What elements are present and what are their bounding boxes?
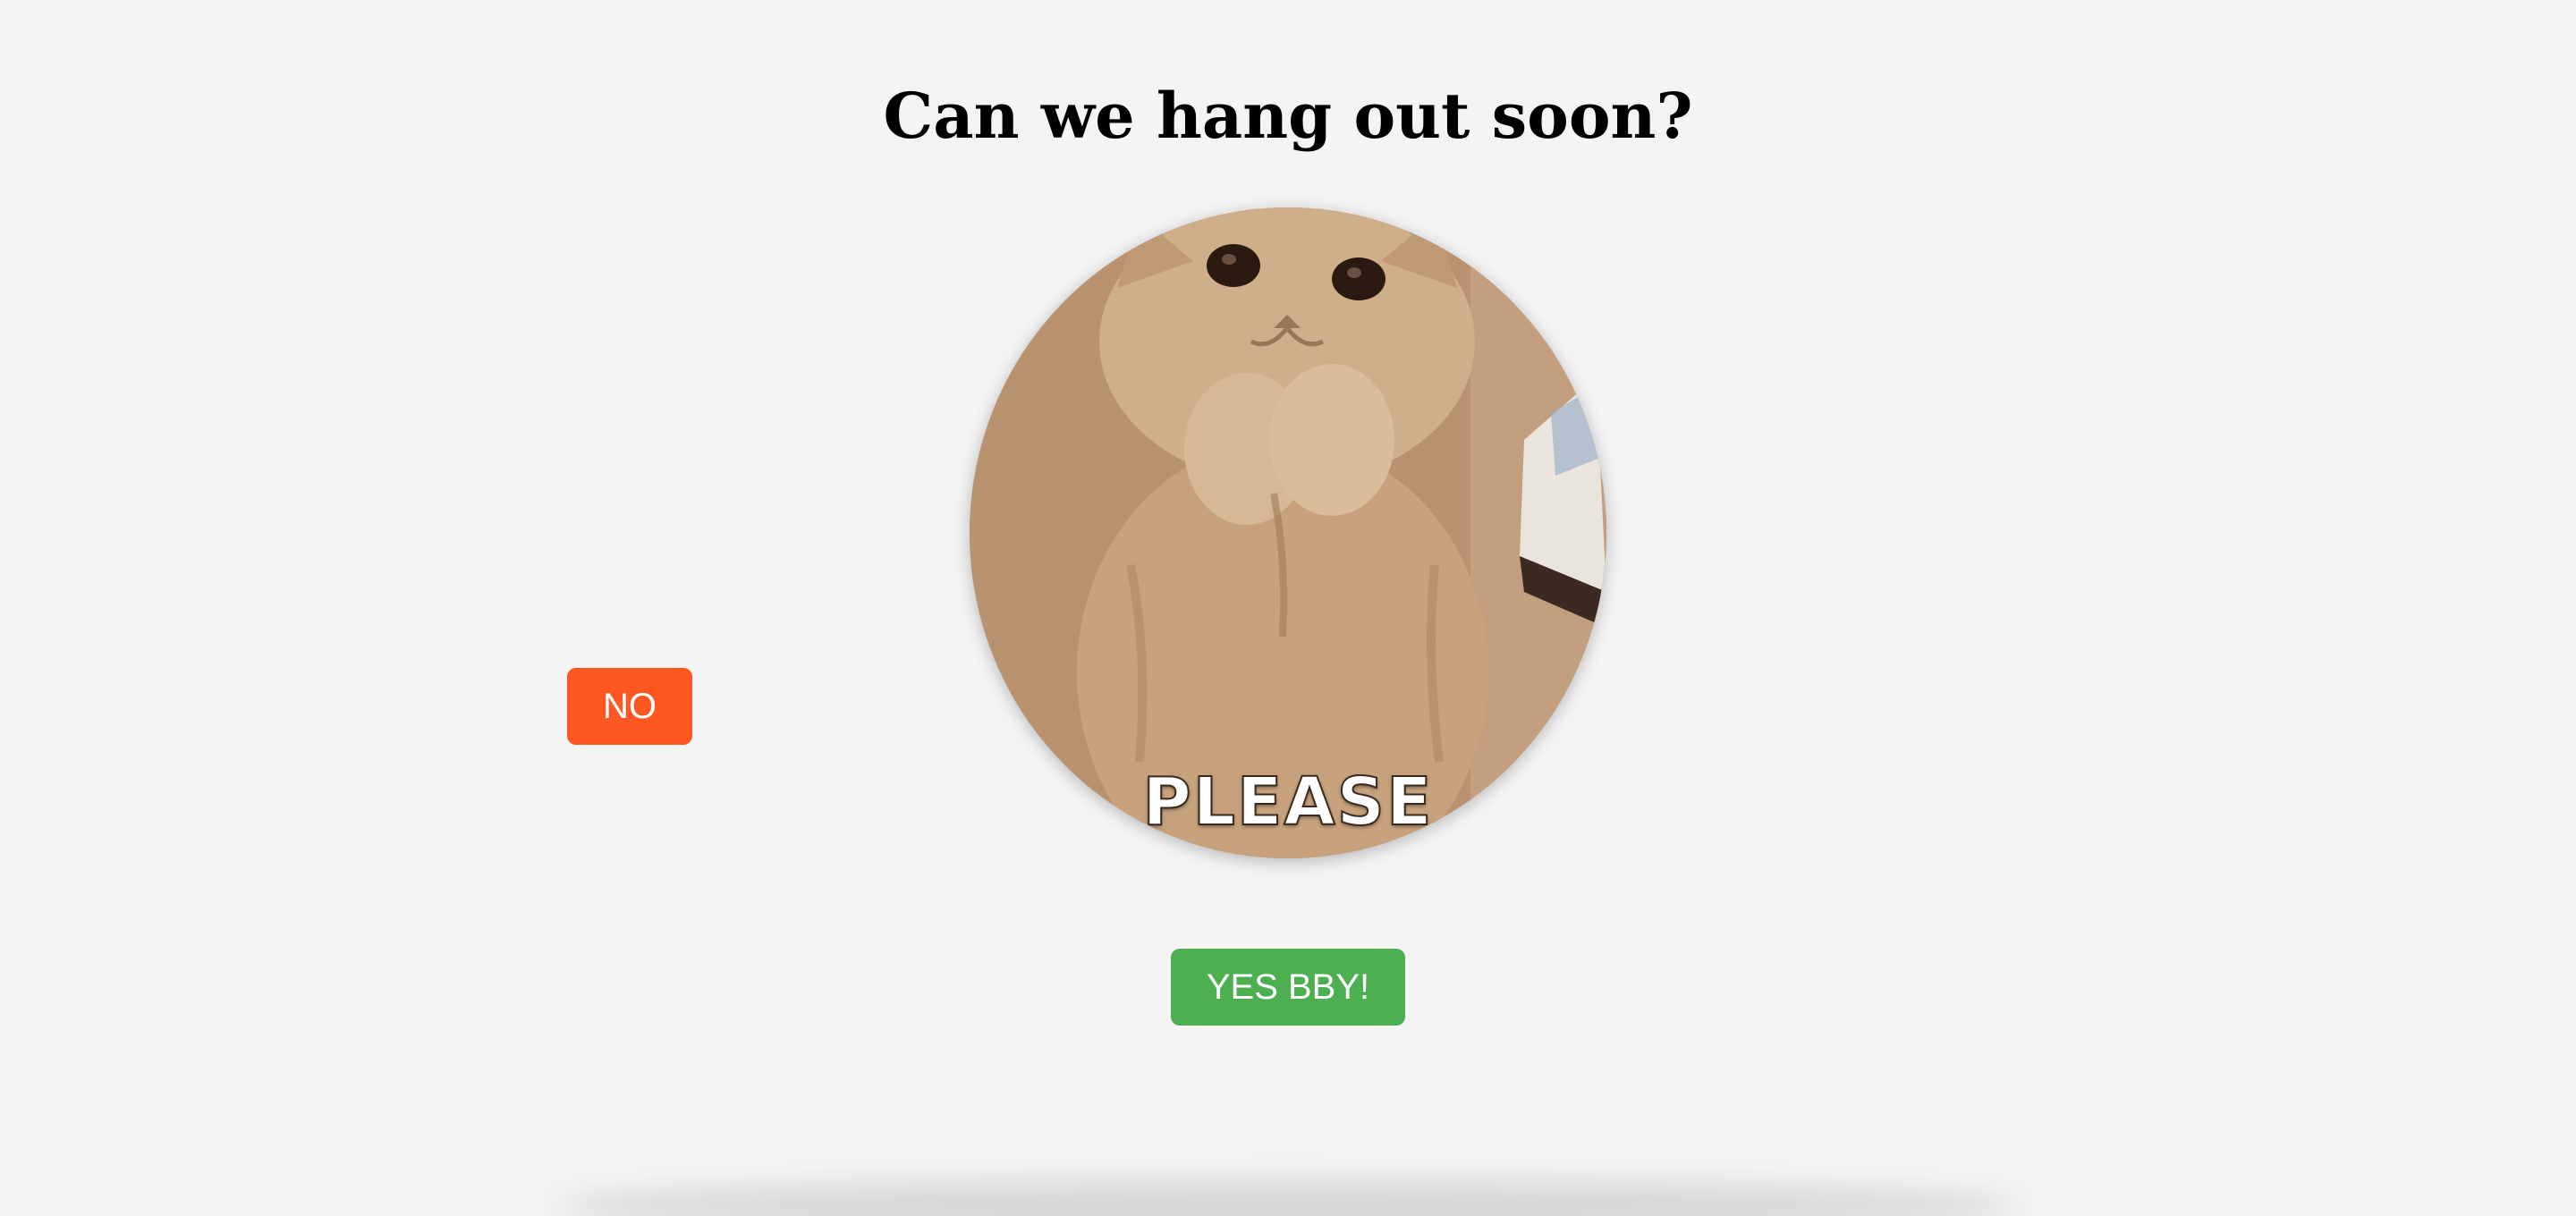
please-caption: PLEASE: [1141, 763, 1434, 841]
page-title: Can we hang out soon?: [883, 79, 1693, 153]
yes-button[interactable]: YES BBY!: [1171, 949, 1405, 1026]
page: Can we hang out soon? PLEASE NO YES BBY!: [0, 0, 2576, 1216]
cat-image: PLEASE: [970, 207, 1606, 858]
no-button[interactable]: NO: [567, 668, 692, 745]
bottom-shadow: [555, 1180, 2021, 1216]
cat-illustration: [970, 207, 1606, 858]
